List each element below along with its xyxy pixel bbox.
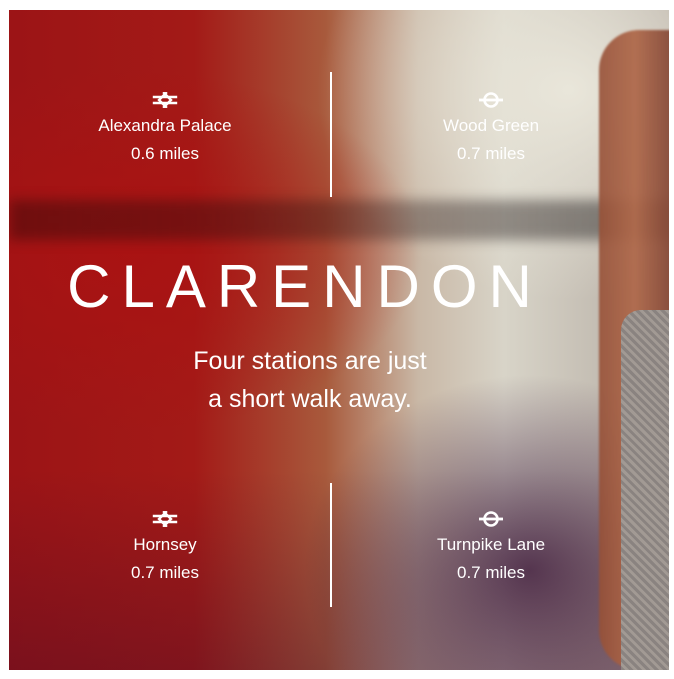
- station-name: Alexandra Palace: [98, 116, 232, 135]
- station-turnpike-lane: Turnpike Lane 0.7 miles: [371, 511, 611, 587]
- person-dress-image: [621, 310, 669, 670]
- station-name: Turnpike Lane: [436, 535, 546, 554]
- station-alexandra-palace: Alexandra Palace 0.6 miles: [45, 92, 285, 168]
- page-title: CLARENDON: [67, 253, 543, 320]
- station-hornsey: Hornsey 0.7 miles: [45, 511, 285, 587]
- background-blur-band: [9, 200, 669, 240]
- national-rail-icon: [152, 92, 178, 108]
- top-divider: [330, 72, 332, 197]
- underground-roundel-icon: [479, 511, 503, 527]
- station-name: Hornsey: [133, 535, 197, 554]
- station-wood-green: Wood Green 0.7 miles: [371, 92, 611, 168]
- station-distance: 0.6 miles: [130, 144, 200, 163]
- bottom-divider: [330, 483, 332, 607]
- station-distance: 0.7 miles: [456, 563, 526, 582]
- station-distance: 0.7 miles: [130, 563, 200, 582]
- tagline-line-1: Four stations are just: [193, 347, 427, 375]
- station-distance: 0.7 miles: [456, 144, 526, 163]
- station-name: Wood Green: [442, 116, 540, 135]
- tagline: Four stations are just a short walk away…: [110, 342, 510, 418]
- tagline-line-2: a short walk away.: [208, 385, 412, 413]
- underground-roundel-icon: [479, 92, 503, 108]
- national-rail-icon: [152, 511, 178, 527]
